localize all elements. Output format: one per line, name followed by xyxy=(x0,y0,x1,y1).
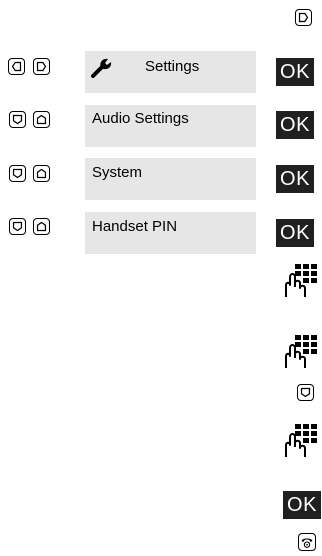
down-nav-key-icon xyxy=(9,218,26,235)
audio-settings-label: Audio Settings xyxy=(92,110,189,127)
ok-button[interactable]: OK xyxy=(276,165,314,193)
up-nav-key-icon xyxy=(33,165,50,182)
settings-label: Settings xyxy=(145,58,200,75)
ok-button[interactable]: OK xyxy=(283,491,321,519)
keypad-icon xyxy=(283,423,317,459)
keypad-icon xyxy=(283,334,317,370)
end-call-key-icon xyxy=(298,533,316,551)
down-nav-key-icon xyxy=(297,384,314,401)
up-nav-key-icon xyxy=(33,111,50,128)
ok-button[interactable]: OK xyxy=(276,58,314,86)
down-nav-key-icon xyxy=(9,165,26,182)
ok-button[interactable]: OK xyxy=(276,111,314,139)
right-nav-key-icon xyxy=(295,9,312,26)
wrench-icon xyxy=(90,55,114,79)
handset-pin-label: Handset PIN xyxy=(92,218,178,235)
down-nav-key-icon xyxy=(9,111,26,128)
left-nav-key-icon xyxy=(8,58,25,75)
system-label: System xyxy=(92,164,143,181)
ok-button[interactable]: OK xyxy=(276,219,314,247)
keypad-icon xyxy=(283,263,317,299)
right-nav-key-icon xyxy=(33,58,50,75)
up-nav-key-icon xyxy=(33,218,50,235)
